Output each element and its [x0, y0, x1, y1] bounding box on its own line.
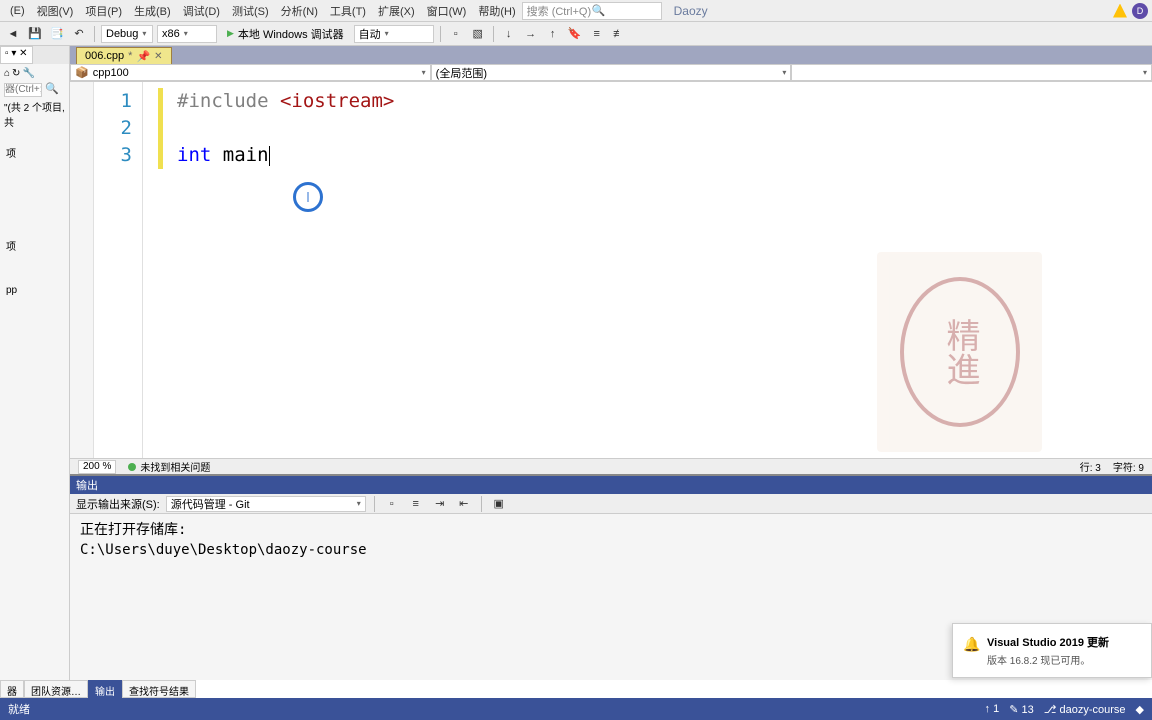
warning-icon[interactable] — [1112, 3, 1128, 19]
output-toolbar: 显示输出来源(S): 源代码管理 - Git ▫ ≡ ⇥ ⇤ ▣ — [70, 494, 1152, 514]
sidebar-refresh-icon[interactable]: ↻ — [12, 68, 20, 79]
solution-header: "(共 2 个项目, 共 — [0, 97, 69, 131]
global-search[interactable]: 搜索 (Ctrl+Q) 🔍 — [522, 2, 662, 20]
bottom-tab-1[interactable]: 器 — [0, 680, 24, 698]
menu-debug[interactable]: 调试(D) — [177, 1, 226, 21]
bell-icon: 🔔 — [963, 636, 980, 653]
menu-project[interactable]: 项目(P) — [79, 1, 128, 21]
git-changes-icon[interactable]: ✎ 13 — [1009, 703, 1034, 716]
menu-extensions[interactable]: 扩展(X) — [372, 1, 421, 21]
menu-window[interactable]: 窗口(W) — [421, 1, 473, 21]
pin-icon[interactable]: 📌 — [136, 50, 150, 63]
start-debug-button[interactable]: 本地 Windows 调试器 — [221, 25, 350, 43]
file-tabs: 006.cpp * 📌 ✕ — [70, 46, 1152, 64]
bottom-tab-output[interactable]: 输出 — [88, 680, 122, 698]
output-source-combo[interactable]: 源代码管理 - Git — [166, 496, 366, 512]
solution-explorer: ▫ ▾ ✕ ⌂ ↻ 🔧 🔍 "(共 2 个项目, 共 项 项 pp — [0, 46, 70, 680]
nav-members-combo[interactable] — [791, 64, 1152, 81]
menu-edit[interactable]: (E) — [4, 3, 31, 19]
char-indicator: 字符: 9 — [1113, 459, 1144, 474]
menu-test[interactable]: 测试(S) — [226, 1, 275, 21]
editor-area: 006.cpp * 📌 ✕ 📦cpp100 (全局范围) 1 2 3 #incl… — [70, 46, 1152, 474]
line-numbers: 1 2 3 — [94, 82, 142, 458]
auto-combo[interactable]: 自动 — [354, 25, 434, 43]
step-out-icon[interactable]: ↑ — [544, 25, 562, 43]
menu-view[interactable]: 视图(V) — [31, 1, 80, 21]
statusbar: 就绪 ↑ 1 ✎ 13 ⎇ daozy-course ◆ — [0, 698, 1152, 720]
watermark-stamp: 精進 — [877, 252, 1042, 452]
back-icon[interactable]: ◄ — [4, 25, 22, 43]
mouse-cursor-indicator — [293, 182, 323, 212]
step-over-icon[interactable]: → — [522, 25, 540, 43]
search-placeholder: 搜索 (Ctrl+Q) — [527, 3, 592, 19]
menu-analyze[interactable]: 分析(N) — [275, 1, 324, 21]
save-all-icon[interactable]: 📑 — [48, 25, 66, 43]
sidebar-home-icon[interactable]: ⌂ — [4, 68, 10, 79]
file-tab-label: 006.cpp — [85, 50, 124, 62]
close-tab-icon[interactable]: ✕ — [154, 51, 162, 62]
undo-icon[interactable]: ↶ — [70, 25, 88, 43]
bottom-tab-find[interactable]: 查找符号结果 — [122, 680, 196, 698]
output-outdent-icon[interactable]: ⇤ — [455, 495, 473, 513]
output-title: 输出 — [70, 476, 1152, 494]
notification-title: Visual Studio 2019 更新 — [987, 634, 1141, 650]
solution-search-input[interactable] — [4, 83, 42, 97]
text-cursor — [269, 146, 270, 166]
menu-tools[interactable]: 工具(T) — [324, 1, 372, 21]
breakpoint-gutter[interactable] — [142, 82, 158, 458]
bookmark-icon[interactable]: 🔖 — [566, 25, 584, 43]
menu-build[interactable]: 生成(B) — [128, 1, 177, 21]
update-notification[interactable]: 🔔 Visual Studio 2019 更新 版本 16.8.2 现已可用。 — [952, 623, 1152, 678]
code-editor[interactable]: 1 2 3 #include <iostream> int main 精進 — [70, 82, 1152, 458]
dirty-indicator: * — [128, 50, 132, 62]
status-ready: 就绪 — [8, 701, 30, 717]
nav-scope-combo[interactable]: (全局范围) — [431, 64, 792, 81]
search-icon: 🔍 — [592, 4, 657, 17]
output-wrap-icon[interactable]: ≡ — [407, 495, 425, 513]
sidebar-item-3[interactable]: pp — [0, 257, 69, 300]
sidebar-tab[interactable]: ▫ ▾ ✕ — [0, 46, 33, 64]
tool-btn-2[interactable]: ▧ — [469, 25, 487, 43]
output-source-label: 显示输出来源(S): — [76, 496, 160, 512]
uncomment-icon[interactable]: ≢ — [610, 25, 628, 43]
avatar-icon[interactable]: D — [1132, 3, 1148, 19]
sidebar-item-1[interactable]: 项 — [0, 131, 69, 164]
app-name: Daozy — [674, 4, 708, 18]
file-tab-active[interactable]: 006.cpp * 📌 ✕ — [76, 47, 172, 64]
tool-btn-1[interactable]: ▫ — [447, 25, 465, 43]
sidebar-wrench-icon[interactable]: 🔧 — [22, 68, 34, 79]
comment-icon[interactable]: ≡ — [588, 25, 606, 43]
config-combo[interactable]: Debug — [101, 25, 153, 43]
bottom-tabs: 器 团队资源… 输出 查找符号结果 — [0, 680, 196, 698]
zoom-combo[interactable]: 200 % — [78, 460, 116, 474]
menubar: (E) 视图(V) 项目(P) 生成(B) 调试(D) 测试(S) 分析(N) … — [0, 0, 1152, 22]
status-git-icon[interactable]: ◆ — [1136, 703, 1144, 716]
bottom-tab-2[interactable]: 团队资源… — [24, 680, 88, 698]
issues-ok-icon — [128, 463, 136, 471]
nav-project-combo[interactable]: 📦cpp100 — [70, 64, 431, 81]
notification-desc: 版本 16.8.2 现已可用。 — [987, 652, 1141, 667]
platform-combo[interactable]: x86 — [157, 25, 217, 43]
nav-bar: 📦cpp100 (全局范围) — [70, 64, 1152, 82]
sidebar-item-2[interactable]: 项 — [0, 164, 69, 257]
step-into-icon[interactable]: ↓ — [500, 25, 518, 43]
git-repo[interactable]: ⎇ daozy-course — [1044, 703, 1126, 716]
issues-indicator[interactable]: 未找到相关问题 — [128, 459, 210, 474]
output-stop-icon[interactable]: ▣ — [490, 495, 508, 513]
output-clear-icon[interactable]: ▫ — [383, 495, 401, 513]
search-go-icon[interactable]: 🔍 — [45, 83, 59, 95]
toolbar: ◄ 💾 📑 ↶ Debug x86 本地 Windows 调试器 自动 ▫ ▧ … — [0, 22, 1152, 46]
editor-status-bar: 200 % 未找到相关问题 行: 3 字符: 9 — [70, 458, 1152, 474]
git-push-icon[interactable]: ↑ 1 — [985, 703, 1000, 715]
save-icon[interactable]: 💾 — [26, 25, 44, 43]
outline-gutter — [70, 82, 94, 458]
output-indent-icon[interactable]: ⇥ — [431, 495, 449, 513]
line-indicator: 行: 3 — [1080, 459, 1101, 474]
menu-help[interactable]: 帮助(H) — [472, 1, 521, 21]
